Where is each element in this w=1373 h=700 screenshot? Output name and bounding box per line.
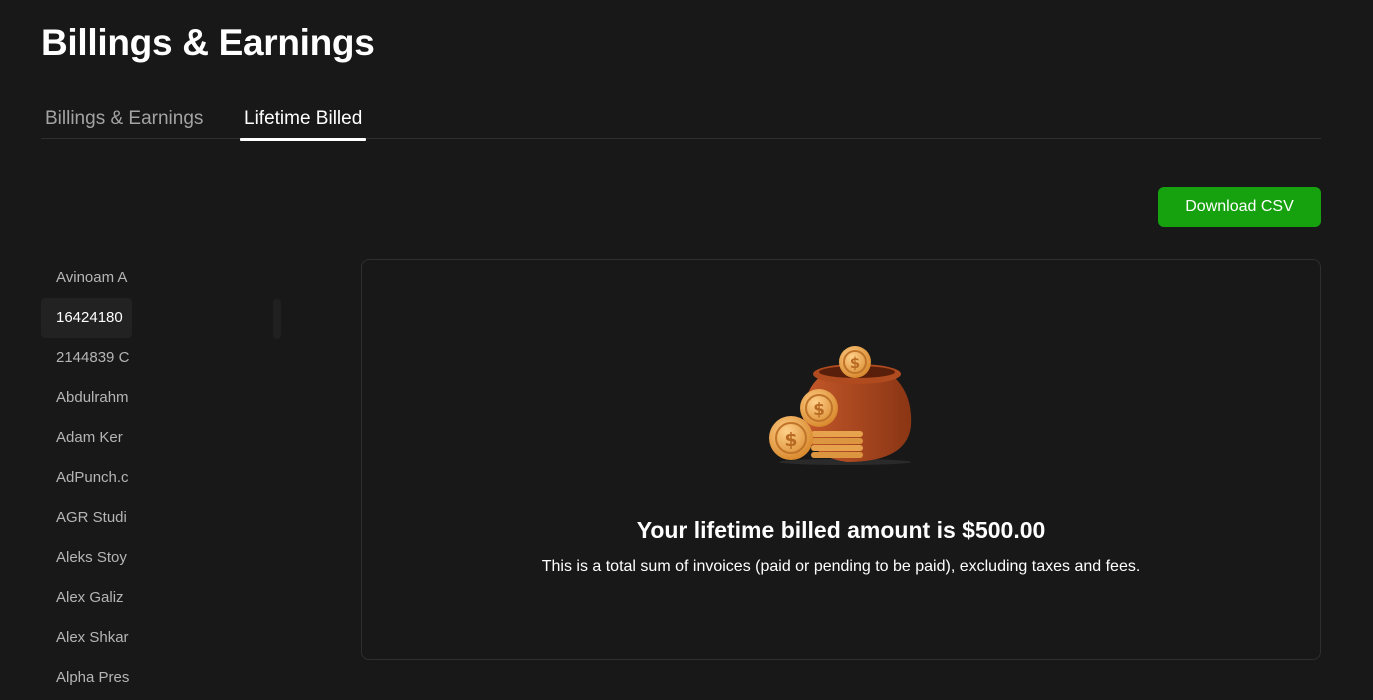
client-list-scrollbar[interactable] <box>273 299 281 339</box>
client-list-item[interactable]: AGR Studi <box>41 498 132 538</box>
lifetime-billed-description: This is a total sum of invoices (paid or… <box>541 558 1141 575</box>
page-title: Billings & Earnings <box>41 22 375 63</box>
client-list-item[interactable]: Alex Shkar <box>41 618 132 658</box>
download-csv-button[interactable]: Download CSV <box>1158 187 1321 227</box>
client-list-item[interactable]: Aleks Stoy <box>41 538 132 578</box>
client-list-item[interactable]: Alpha Pres <box>41 658 132 698</box>
billings-page: Billings & Earnings Billings & Earnings … <box>0 0 1373 700</box>
svg-text:$: $ <box>784 429 797 451</box>
lifetime-billed-card: $ $ $ Your lifetime billed amount is $50… <box>361 259 1321 660</box>
client-list-item[interactable]: Alex Galiz <box>41 578 132 618</box>
client-list-item[interactable]: 2144839 C <box>41 338 132 378</box>
lifetime-billed-headline: Your lifetime billed amount is $500.00 <box>636 517 1046 543</box>
money-pot-icon: $ $ $ <box>769 346 912 465</box>
client-list-item[interactable]: Adam Ker <box>41 418 132 458</box>
svg-text:$: $ <box>813 400 825 420</box>
client-list-item[interactable]: Avinoam A <box>41 258 132 298</box>
client-list-item-selected[interactable]: 16424180 <box>41 298 132 338</box>
svg-text:$: $ <box>850 354 860 372</box>
tab-lifetime-billed[interactable]: Lifetime Billed <box>240 108 367 141</box>
tab-bar: Billings & Earnings Lifetime Billed <box>41 102 1321 141</box>
client-list-item[interactable]: AdPunch.c <box>41 458 132 498</box>
tab-billings-earnings[interactable]: Billings & Earnings <box>41 108 207 139</box>
client-list-item[interactable]: Abdulrahm <box>41 378 132 418</box>
client-list: Avinoam A 16424180 2144839 C Abdulrahm A… <box>41 258 281 700</box>
